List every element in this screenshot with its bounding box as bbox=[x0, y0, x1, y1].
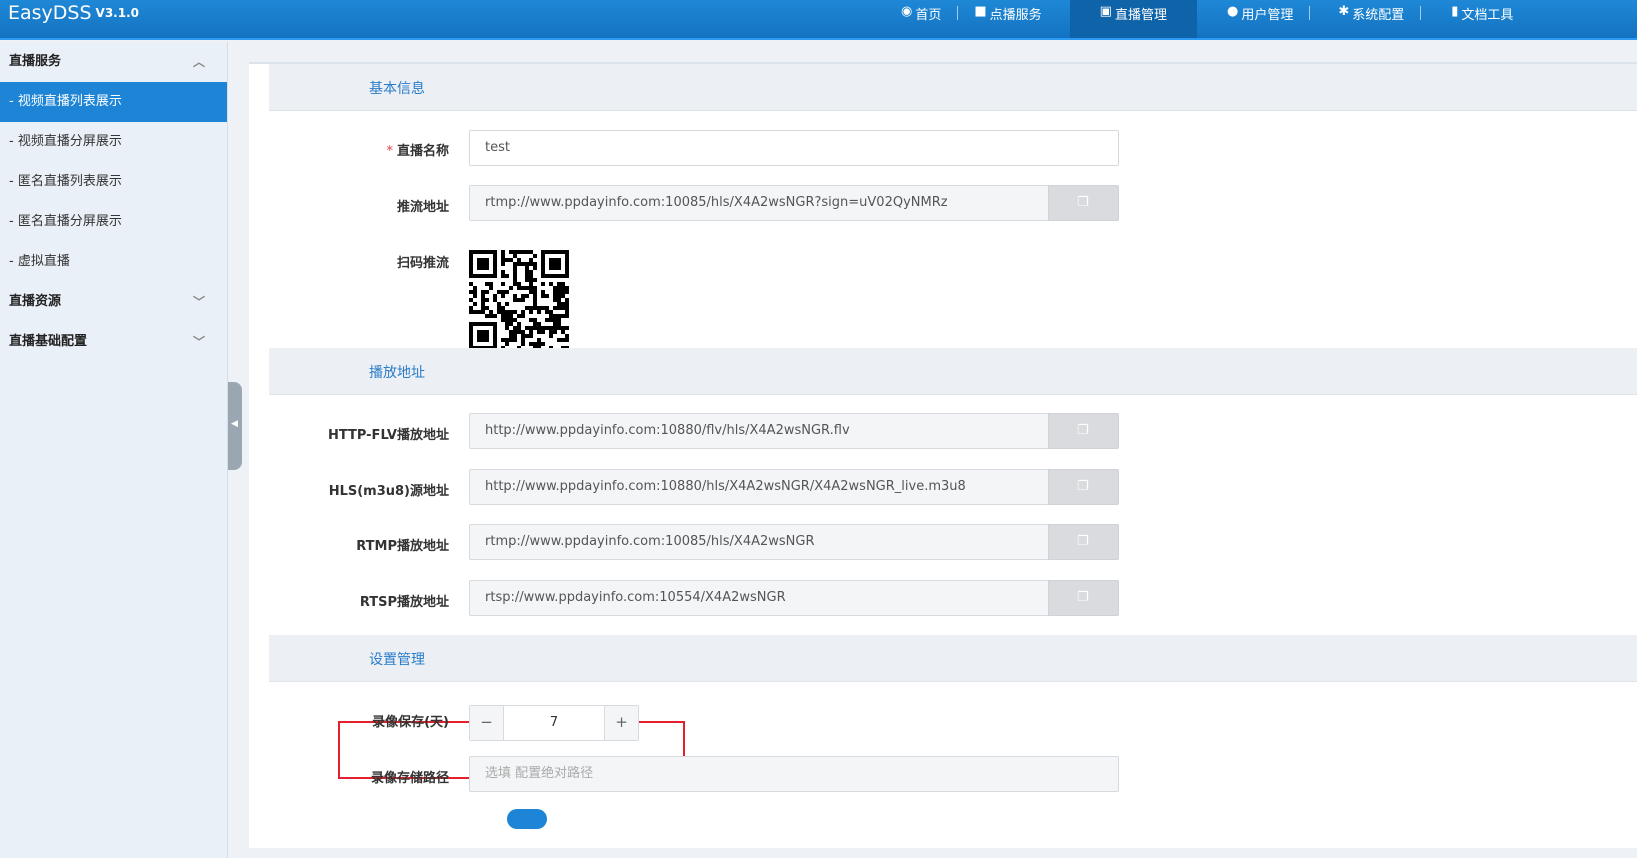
copy-http-flv-button[interactable]: ❐ bbox=[1048, 413, 1119, 449]
gear-icon: ✱ bbox=[1338, 4, 1350, 19]
video-camera-icon: ■ bbox=[974, 4, 987, 19]
section-play-urls: 播放地址 bbox=[269, 348, 1637, 395]
push-url-field[interactable]: rtmp://www.ppdayinfo.com:10085/hls/X4A2w… bbox=[469, 185, 1049, 221]
nav-label: 首页 bbox=[915, 8, 942, 23]
chevron-down-icon: ﹀ bbox=[192, 295, 205, 309]
sidebar-group-label: 直播服务 bbox=[9, 54, 62, 69]
sidebar-item-video-live-list[interactable]: - 视频直播列表展示 bbox=[0, 82, 227, 122]
decrement-button[interactable]: − bbox=[470, 706, 504, 740]
sidebar-item-virtual-live[interactable]: - 虚拟直播 bbox=[0, 242, 227, 282]
sidebar: 直播服务 ︿ - 视频直播列表展示 - 视频直播分屏展示 - 匿名直播列表展示 … bbox=[0, 42, 228, 858]
nav-item-vod[interactable]: ■ 点播服务 bbox=[958, 0, 1057, 38]
chevron-down-icon: ﹀ bbox=[192, 335, 205, 349]
nav-label: 系统配置 bbox=[1352, 8, 1405, 23]
sidebar-group-label: 直播基础配置 bbox=[9, 334, 88, 349]
rtmp-field[interactable]: rtmp://www.ppdayinfo.com:10085/hls/X4A2w… bbox=[469, 524, 1049, 560]
qr-push-label: 扫码推流 bbox=[396, 256, 449, 271]
live-tv-icon: ▣ bbox=[1099, 4, 1112, 19]
qr-code-image bbox=[469, 250, 569, 350]
document-icon: ▮ bbox=[1451, 4, 1459, 19]
toggle-switch[interactable] bbox=[507, 809, 547, 829]
nav-label: 用户管理 bbox=[1241, 8, 1294, 23]
copy-icon: ❐ bbox=[1077, 534, 1089, 549]
live-name-label: * 直播名称 bbox=[249, 140, 449, 159]
sidebar-group-live-config[interactable]: 直播基础配置 ﹀ bbox=[0, 322, 227, 362]
http-flv-label: HTTP-FLV播放地址 bbox=[327, 428, 449, 443]
rtmp-label: RTMP播放地址 bbox=[356, 539, 449, 554]
sidebar-item-video-live-split[interactable]: - 视频直播分屏展示 bbox=[0, 122, 227, 162]
chevron-up-icon: ︿ bbox=[192, 55, 205, 69]
main-nav: ◉ 首页 ■ 点播服务 ▣ 直播管理 ● 用户管理 ✱ 系统配置 ▮ 文档工具 bbox=[885, 0, 1529, 38]
sidebar-collapse-handle[interactable]: ◀ bbox=[228, 382, 242, 470]
sidebar-group-label: 直播资源 bbox=[9, 294, 62, 309]
user-icon: ● bbox=[1226, 4, 1239, 19]
app-name: EasyDSS bbox=[8, 2, 92, 24]
dashboard-icon: ◉ bbox=[901, 4, 913, 19]
sidebar-group-live-resources[interactable]: 直播资源 ﹀ bbox=[0, 282, 227, 322]
copy-hls-button[interactable]: ❐ bbox=[1048, 469, 1119, 505]
section-title: 基本信息 bbox=[369, 81, 425, 97]
section-basic-info: 基本信息 bbox=[269, 64, 1637, 111]
required-marker: * bbox=[386, 144, 393, 159]
record-path-input[interactable]: 选填 配置绝对路径 bbox=[469, 756, 1119, 792]
live-name-label-text: 直播名称 bbox=[396, 144, 449, 159]
http-flv-field[interactable]: http://www.ppdayinfo.com:10880/flv/hls/X… bbox=[469, 413, 1049, 449]
copy-icon: ❐ bbox=[1077, 479, 1089, 494]
app-logo[interactable]: EasyDSS V3.1.0 bbox=[8, 0, 139, 26]
section-settings: 设置管理 bbox=[269, 635, 1637, 682]
content-card: 基本信息 * 直播名称 test 推流地址 rtmp://www.ppdayinf… bbox=[249, 62, 1637, 848]
rtsp-label: RTSP播放地址 bbox=[359, 595, 449, 610]
caret-left-icon: ◀ bbox=[231, 419, 238, 429]
sidebar-item-anon-live-list[interactable]: - 匿名直播列表展示 bbox=[0, 162, 227, 202]
nav-label: 文档工具 bbox=[1461, 8, 1514, 23]
nav-item-system[interactable]: ✱ 系统配置 bbox=[1310, 0, 1420, 38]
section-title: 播放地址 bbox=[369, 365, 425, 381]
copy-icon: ❐ bbox=[1077, 195, 1089, 210]
push-url-label: 推流地址 bbox=[396, 200, 449, 215]
nav-item-docs[interactable]: ▮ 文档工具 bbox=[1421, 0, 1529, 38]
nav-label: 直播管理 bbox=[1114, 8, 1167, 23]
rtsp-field[interactable]: rtsp://www.ppdayinfo.com:10554/X4A2wsNGR bbox=[469, 580, 1049, 616]
record-path-label: 录像存储路径 bbox=[370, 771, 449, 786]
hls-label: HLS(m3u8)源地址 bbox=[328, 484, 449, 499]
app-version: V3.1.0 bbox=[95, 6, 139, 20]
copy-icon: ❐ bbox=[1077, 590, 1089, 605]
copy-icon: ❐ bbox=[1077, 423, 1089, 438]
nav-label: 点播服务 bbox=[989, 8, 1042, 23]
copy-push-url-button[interactable]: ❐ bbox=[1048, 185, 1119, 221]
record-days-stepper: − 7 + bbox=[469, 705, 639, 741]
record-days-input[interactable]: 7 bbox=[504, 706, 604, 740]
nav-item-users[interactable]: ● 用户管理 bbox=[1197, 0, 1309, 38]
live-name-input[interactable]: test bbox=[469, 130, 1119, 166]
increment-button[interactable]: + bbox=[604, 706, 638, 740]
nav-item-home[interactable]: ◉ 首页 bbox=[885, 0, 957, 38]
section-title: 设置管理 bbox=[369, 652, 425, 668]
hls-field[interactable]: http://www.ppdayinfo.com:10880/hls/X4A2w… bbox=[469, 469, 1049, 505]
record-days-label: 录像保存(天) bbox=[372, 715, 449, 730]
sidebar-group-live-service[interactable]: 直播服务 ︿ bbox=[0, 42, 227, 82]
top-bar: EasyDSS V3.1.0 ◉ 首页 ■ 点播服务 ▣ 直播管理 ● 用户管理 ✱ 系统配… bbox=[0, 0, 1637, 40]
copy-rtmp-button[interactable]: ❐ bbox=[1048, 524, 1119, 560]
copy-rtsp-button[interactable]: ❐ bbox=[1048, 580, 1119, 616]
sidebar-item-anon-live-split[interactable]: - 匿名直播分屏展示 bbox=[0, 202, 227, 242]
nav-item-live[interactable]: ▣ 直播管理 bbox=[1069, 0, 1197, 38]
